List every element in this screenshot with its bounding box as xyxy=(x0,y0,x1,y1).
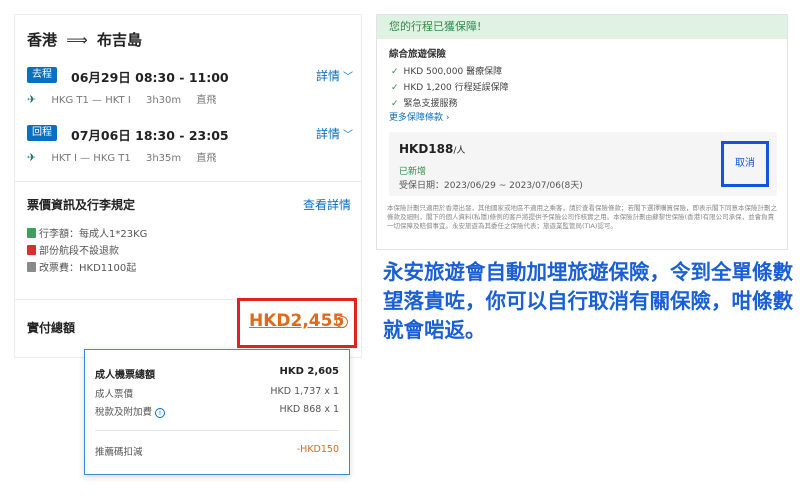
insurance-banner: 您的行程已獲保障! xyxy=(377,15,787,39)
insurance-benefit-text: 緊急支援服務 xyxy=(403,99,458,109)
outbound-tag: 去程 xyxy=(27,67,57,83)
airline-logo-icon: ✈ xyxy=(27,93,37,106)
return-flight-info: ✈ HKT I — HKG T1 3h35m 直飛 xyxy=(27,149,228,164)
insurance-benefit: ✓ HKD 1,200 行程延誤保障 xyxy=(391,80,509,93)
insurance-price-unit: /人 xyxy=(453,146,466,156)
insurance-selection-box: HKD188/人 已新增 受保日期：2023/06/29 ~ 2023/07/0… xyxy=(389,132,777,196)
no-refund-icon xyxy=(27,245,36,255)
breakdown-label: 稅款及附加費 xyxy=(95,407,153,418)
insurance-price-value: HKD188 xyxy=(399,142,454,156)
more-terms-link[interactable]: 更多保障條款 › xyxy=(389,110,450,123)
check-icon: ✓ xyxy=(391,99,399,109)
fare-rule-text: 改票費：HKD1100起 xyxy=(39,263,137,274)
commentary-text: 永安旅遊會自動加埋旅遊保險，令到全單條數望落貴咗，你可以自行取消有關保險，咁條數… xyxy=(383,260,793,342)
return-type: 直飛 xyxy=(196,153,217,164)
price-breakdown-popup: 成人機票總額 HKD 2,605 成人票價 HKD 1,737 x 1 稅款及附… xyxy=(84,349,350,475)
outbound-detail-link[interactable]: 詳情 ﹀ xyxy=(316,67,353,84)
return-datetime: 07月06日 18:30 - 23:05 xyxy=(71,128,229,143)
fare-rule-item: 部份航段不設退款 xyxy=(27,242,119,257)
insurance-subtitle: 綜合旅遊保險 xyxy=(389,49,447,60)
cancel-insurance-button[interactable]: 取消 xyxy=(721,141,769,187)
breakdown-row: 成人機票總額 HKD 2,605 xyxy=(95,366,339,381)
insurance-benefit-text: HKD 500,000 醫療保障 xyxy=(403,67,503,77)
total-price-highlight[interactable]: HKD2,455 ! xyxy=(237,298,357,348)
outbound-detail-label: 詳情 xyxy=(315,69,340,83)
fare-rule-item: 行李額：每成人1*23KG xyxy=(27,225,147,240)
fare-rules-title: 票價資訊及行李規定 xyxy=(27,198,136,212)
change-fee-icon xyxy=(27,262,36,272)
breakdown-row: 稅款及附加費 i HKD 868 x 1 xyxy=(95,404,339,418)
breakdown-value: HKD 2,605 xyxy=(279,366,339,377)
return-duration: 3h35m xyxy=(145,153,182,164)
fare-rule-text: 行李額：每成人1*23KG xyxy=(39,229,148,240)
fare-rule-item: 改票費：HKD1100起 xyxy=(27,259,136,274)
divider xyxy=(95,430,339,431)
chevron-down-icon: ﹀ xyxy=(343,130,353,141)
return-detail-link[interactable]: 詳情 ﹀ xyxy=(316,125,353,142)
breakdown-value: HKD 868 x 1 xyxy=(279,404,339,415)
round-trip-arrow-icon: ⟹ xyxy=(66,31,88,49)
more-terms-label: 更多保障條款 xyxy=(389,113,444,123)
info-icon[interactable]: ! xyxy=(336,316,348,328)
total-price[interactable]: HKD2,455 xyxy=(249,311,344,331)
chevron-right-icon: › xyxy=(445,113,450,123)
return-route: HKT I — HKG T1 xyxy=(51,153,131,164)
promo-label: 推薦碼扣減 xyxy=(95,447,143,458)
outbound-type: 直飛 xyxy=(196,95,217,106)
luggage-icon xyxy=(27,228,36,238)
fare-rules-link[interactable]: 查看詳情 xyxy=(303,196,351,213)
destination-city: 布吉島 xyxy=(97,31,143,49)
return-detail-label: 詳情 xyxy=(315,127,340,141)
insurance-benefit-text: HKD 1,200 行程延誤保障 xyxy=(403,83,509,93)
insurance-fine-print: 本保險計劃只適用於香港出發，其他國家或地區不適用之乘客，請於查看保險條款；若閣下… xyxy=(387,204,777,230)
return-tag: 回程 xyxy=(27,125,57,141)
check-icon: ✓ xyxy=(391,67,399,77)
tax-info-icon[interactable]: i xyxy=(155,408,166,418)
route-title: 香港 ⟹ 布吉島 xyxy=(27,29,142,50)
check-icon: ✓ xyxy=(391,83,399,93)
outbound-duration: 3h30m xyxy=(145,95,182,106)
airline-logo-icon: ✈ xyxy=(27,151,37,164)
insurance-benefit: ✓ HKD 500,000 醫療保障 xyxy=(391,64,502,77)
insurance-dates: 受保日期：2023/06/29 ~ 2023/07/06(8天) xyxy=(399,181,583,191)
promo-value: -HKD150 xyxy=(296,444,339,455)
outbound-route: HKG T1 — HKT I xyxy=(51,95,131,106)
total-label: 實付總額 xyxy=(27,321,76,335)
fare-rule-text: 部份航段不設退款 xyxy=(39,246,119,257)
divider xyxy=(15,181,361,182)
outbound-datetime: 06月29日 08:30 - 11:00 xyxy=(71,70,229,85)
breakdown-row: 成人票價 HKD 1,737 x 1 xyxy=(95,386,339,400)
promo-row: 推薦碼扣減 -HKD150 xyxy=(95,444,339,458)
insurance-panel: 您的行程已獲保障! 綜合旅遊保險 ✓ HKD 500,000 醫療保障 ✓ HKD … xyxy=(376,14,788,250)
insurance-benefit: ✓ 緊急支援服務 xyxy=(391,96,458,109)
outbound-flight-info: ✈ HKG T1 — HKT I 3h30m 直飛 xyxy=(27,91,228,106)
insurance-status: 已新增 xyxy=(399,167,427,177)
breakdown-value: HKD 1,737 x 1 xyxy=(270,386,339,397)
chevron-down-icon: ﹀ xyxy=(343,72,353,83)
origin-city: 香港 xyxy=(27,31,58,49)
insurance-price: HKD188/人 xyxy=(399,142,465,156)
breakdown-label: 成人機票總額 xyxy=(95,370,155,381)
breakdown-label: 成人票價 xyxy=(95,389,134,400)
